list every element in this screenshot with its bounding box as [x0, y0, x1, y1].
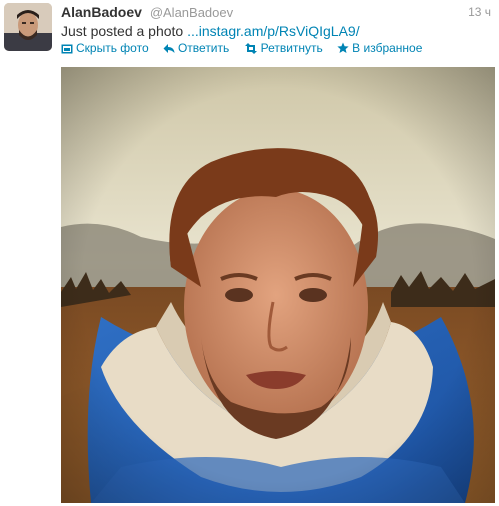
retweet-icon — [244, 43, 257, 54]
tweet: AlanBadoev @AlanBadoev 13 ч Just posted … — [0, 0, 499, 506]
hide-photo-label: Скрыть фото — [76, 41, 149, 55]
retweet-button[interactable]: Ретвитнуть — [244, 40, 323, 56]
tweet-actions: Скрыть фото Ответить Ретвитнуть В избран… — [61, 40, 433, 56]
link-text: instagr.am/p/RsViQIgLA9/ — [198, 23, 360, 39]
author-username[interactable]: @AlanBadoev — [150, 5, 233, 20]
tweet-photo[interactable] — [61, 67, 495, 503]
avatar[interactable] — [4, 3, 52, 51]
instagram-link[interactable]: ...instagr.am/p/RsViQIgLA9/ — [187, 23, 360, 39]
hide-photo-button[interactable]: Скрыть фото — [61, 40, 149, 56]
star-icon — [337, 42, 349, 53]
favorite-button[interactable]: В избранное — [337, 40, 422, 56]
avatar-image — [4, 3, 52, 51]
author-fullname[interactable]: AlanBadoev — [61, 4, 142, 20]
photo-icon — [61, 44, 73, 54]
reply-label: Ответить — [177, 41, 230, 55]
link-ellipsis: ... — [187, 23, 199, 39]
reply-button[interactable]: Ответить — [163, 40, 229, 56]
tweet-text-body: Just posted a photo — [61, 23, 184, 39]
tweet-header: AlanBadoev @AlanBadoev 13 ч — [61, 3, 491, 21]
tweet-text: Just posted a photo ...instagr.am/p/RsVi… — [61, 22, 491, 40]
reply-arrow-icon — [163, 44, 175, 53]
photo-image — [61, 67, 495, 503]
tweet-timestamp[interactable]: 13 ч — [468, 3, 491, 21]
favorite-label: В избранное — [352, 41, 423, 55]
retweet-label: Ретвитнуть — [260, 41, 323, 55]
